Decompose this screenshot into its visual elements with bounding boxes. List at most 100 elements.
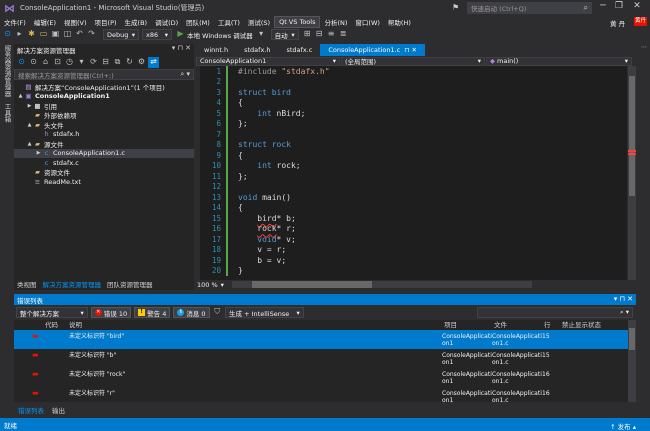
- tree-item[interactable]: ≡ ReadMe.txt: [14, 177, 194, 187]
- menu-item[interactable]: Qt VS Tools: [274, 16, 321, 28]
- new-project-icon[interactable]: ✱: [26, 29, 37, 40]
- play-icon[interactable]: ▶: [175, 29, 186, 40]
- code-line[interactable]: 9{: [196, 150, 627, 161]
- run-mode-select[interactable]: 自动 ▾: [270, 29, 299, 40]
- view-switch-icon[interactable]: ⊡: [52, 57, 63, 68]
- tree-item[interactable]: ▰ 外部依赖项: [14, 111, 194, 120]
- restore-button[interactable]: ❐: [612, 1, 626, 14]
- forward-icon[interactable]: ▸: [14, 29, 25, 40]
- undo-icon[interactable]: ↶: [74, 29, 85, 40]
- toolbar-icon-d[interactable]: ≣: [338, 29, 349, 40]
- save-all-icon[interactable]: ◫: [62, 29, 73, 40]
- menu-item[interactable]: 分析(N): [320, 16, 351, 28]
- code-line[interactable]: 17 void* v;: [196, 234, 627, 245]
- publish-button[interactable]: ↑ 发布 ▴: [610, 421, 636, 431]
- error-row[interactable]: ▬ 未定义标识符 "b" ConsoleApplicati on1 ConsoleApp…: [14, 349, 628, 368]
- expand-arrow-icon[interactable]: ▲: [17, 93, 24, 99]
- home-icon[interactable]: ⌂: [40, 57, 51, 68]
- document-tab[interactable]: winnt.h: [196, 44, 236, 56]
- code-line[interactable]: 7: [196, 129, 627, 140]
- menu-item[interactable]: 生成(B): [121, 16, 152, 28]
- pending-icon[interactable]: ▾: [76, 57, 87, 68]
- expand-arrow-icon[interactable]: ▶: [26, 103, 33, 109]
- show-all-icon[interactable]: ⧉: [112, 57, 123, 68]
- menu-item[interactable]: 工具(T): [214, 16, 244, 28]
- column-line[interactable]: 行: [544, 322, 551, 329]
- errors-filter-button[interactable]: ✕ 错误 10: [90, 307, 132, 318]
- column-project[interactable]: 项目: [444, 322, 457, 329]
- panel-pin-close-icon[interactable]: ▾ ⊓ ✕: [172, 44, 191, 52]
- code-line[interactable]: 18 v = r;: [196, 244, 627, 255]
- refresh-icon[interactable]: ↻: [124, 57, 135, 68]
- messages-filter-button[interactable]: i 消息 0: [173, 307, 210, 318]
- scope-select[interactable]: 整个解决方案 ▾: [16, 307, 88, 318]
- panel-tab[interactable]: 类视图: [14, 278, 40, 289]
- code-line[interactable]: 14 {: [196, 202, 627, 213]
- code-line[interactable]: 3 struct bird: [196, 87, 627, 98]
- tree-item[interactable]: ▲ ▰ 源文件: [14, 139, 194, 149]
- expand-arrow-icon[interactable]: ▲: [26, 141, 33, 147]
- solution-search-input[interactable]: 搜索解决方案资源管理器(Ctrl+;) ⌕ ▾: [14, 69, 194, 80]
- back-icon[interactable]: ⊙: [16, 57, 27, 68]
- menu-item[interactable]: 项目(P): [91, 16, 121, 28]
- menu-item[interactable]: 文件(F): [0, 16, 30, 28]
- zoom-level[interactable]: 100 %: [197, 281, 221, 289]
- document-tab[interactable]: stdafx.c: [278, 44, 320, 56]
- close-tab-icon[interactable]: ⊓ ✕: [400, 46, 417, 54]
- tree-item[interactable]: c stdafx.c: [14, 158, 194, 168]
- menu-item[interactable]: 视图(V): [60, 16, 91, 28]
- code-line[interactable]: 6};: [196, 118, 627, 129]
- error-list-scrollbar[interactable]: [628, 320, 636, 402]
- tree-item[interactable]: ▤ 解决方案“ConsoleApplication1”(1 个项目): [14, 82, 194, 92]
- tree-item[interactable]: ▲ ▰ 头文件: [14, 120, 194, 130]
- warnings-filter-button[interactable]: ! 警告 4: [134, 307, 171, 318]
- code-line[interactable]: 13 void main(): [196, 192, 627, 203]
- member-select[interactable]: ◆ main() ▾: [486, 56, 632, 66]
- scrollbar-thumb[interactable]: [251, 281, 372, 288]
- toolbox-tab[interactable]: 工具箱: [2, 103, 12, 123]
- quick-launch-input[interactable]: 快速启动 (Ctrl+Q) ⌕: [467, 2, 592, 14]
- menu-item[interactable]: 编辑(E): [30, 16, 60, 28]
- user-badge[interactable]: 黄丹: [634, 17, 648, 26]
- column-description[interactable]: 说明: [69, 322, 82, 329]
- scrollbar-thumb[interactable]: [629, 328, 635, 350]
- toolbar-icon-c[interactable]: ≡: [326, 29, 337, 40]
- save-icon[interactable]: ▣: [50, 29, 61, 40]
- open-icon[interactable]: ▭: [38, 29, 49, 40]
- code-line[interactable]: 15 bird* b;: [196, 213, 627, 224]
- expand-arrow-icon[interactable]: ▲: [26, 122, 33, 128]
- chevron-down-icon[interactable]: ▾: [256, 29, 267, 40]
- code-line[interactable]: 2: [196, 76, 627, 87]
- panel-pin-close-icon[interactable]: ▾ ⊓ ✕: [614, 295, 633, 303]
- minimize-button[interactable]: ─: [596, 1, 610, 14]
- column-code[interactable]: 代码: [45, 322, 58, 329]
- tree-item[interactable]: h stdafx.h: [14, 130, 194, 140]
- panel-tab[interactable]: 团队资源管理器: [104, 278, 156, 289]
- run-debugger-button[interactable]: 本地 Windows 调试器: [187, 30, 253, 40]
- server-explorer-tab[interactable]: 服务器资源管理器: [2, 45, 12, 97]
- output-panel-tab[interactable]: 错误列表: [14, 404, 48, 415]
- forward-icon[interactable]: ⊙: [28, 57, 39, 68]
- error-search-input[interactable]: ⌕ ▾: [476, 307, 633, 318]
- panel-tab[interactable]: 解决方案资源管理器: [40, 278, 105, 289]
- tree-item[interactable]: ▰ 资源文件: [14, 168, 194, 177]
- editor-horizontal-scrollbar[interactable]: [231, 281, 532, 288]
- close-button[interactable]: ✕: [630, 1, 644, 14]
- build-filter-select[interactable]: 生成 + IntelliSense ▾: [225, 307, 304, 318]
- editor-vertical-scrollbar[interactable]: [628, 66, 636, 280]
- code-line[interactable]: 5 int nBird;: [196, 108, 627, 119]
- code-line[interactable]: 16 rock* r;: [196, 223, 627, 234]
- output-panel-tab[interactable]: 输出: [48, 404, 69, 415]
- global-scope-select[interactable]: (全局范围) ▾: [341, 56, 485, 66]
- back-icon[interactable]: ⊙: [2, 29, 13, 40]
- expand-arrow-icon[interactable]: ▶: [35, 150, 42, 156]
- toolbar-icon-b[interactable]: ⊟: [314, 29, 325, 40]
- scrollbar-thumb[interactable]: [629, 76, 635, 196]
- redo-icon[interactable]: ↷: [86, 29, 97, 40]
- menu-item[interactable]: 窗口(W): [351, 16, 384, 28]
- column-file[interactable]: 文件: [494, 322, 507, 329]
- document-tab[interactable]: ConsoleApplication1.c ⊓ ✕: [320, 44, 425, 56]
- code-line[interactable]: 19 b = v;: [196, 255, 627, 266]
- collapse-icon[interactable]: ⊟: [100, 57, 111, 68]
- document-tab[interactable]: stdafx.h: [236, 44, 278, 56]
